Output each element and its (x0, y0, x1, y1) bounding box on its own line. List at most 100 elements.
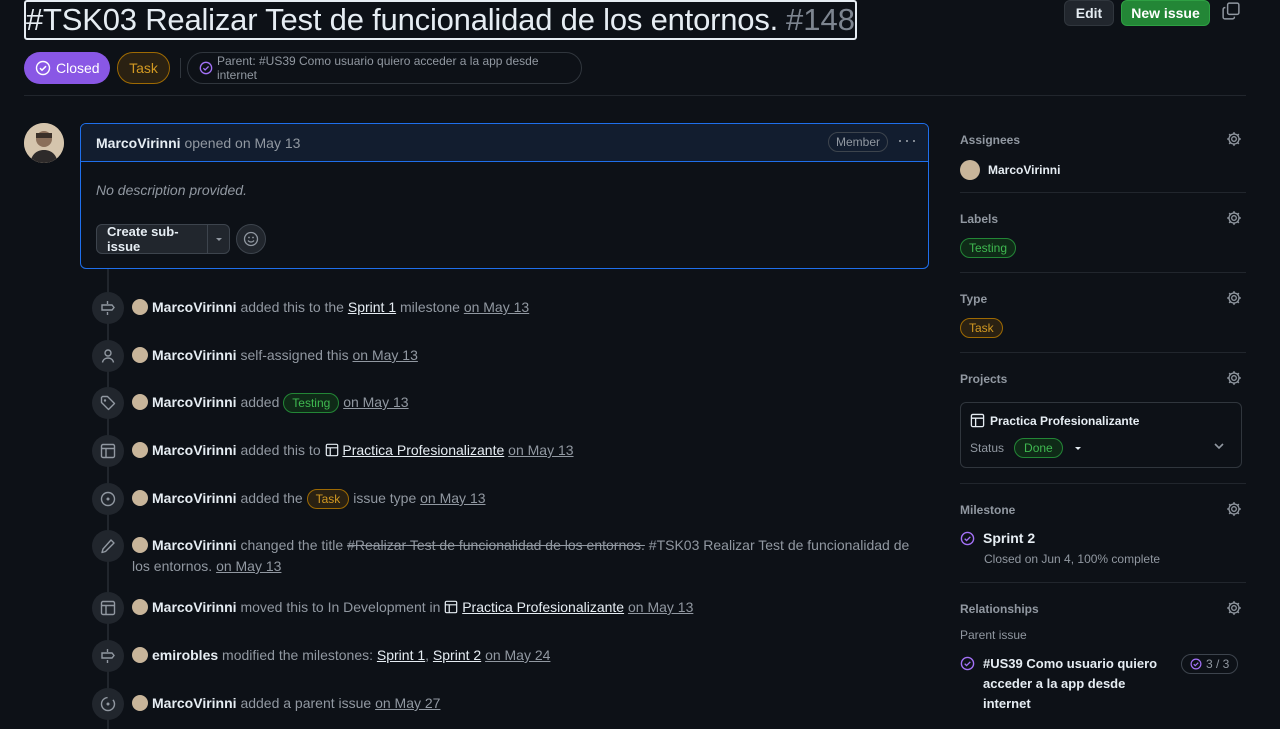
event-author[interactable]: MarcoVirinni (152, 599, 237, 615)
event-date[interactable]: on May 13 (628, 599, 693, 615)
event-date[interactable]: on May 13 (353, 347, 418, 363)
gear-icon[interactable] (1226, 131, 1242, 147)
event-text: added the (240, 490, 303, 506)
project-title[interactable]: Practica Profesionalizante (970, 413, 1139, 428)
chevron-down-icon[interactable] (208, 234, 229, 244)
event-author[interactable]: emirobles (152, 647, 218, 663)
event-text: self-assigned this (240, 347, 349, 363)
create-sub-issue-label[interactable]: Create sub-issue (97, 224, 209, 254)
event-text: issue type (353, 490, 417, 506)
event-author[interactable]: MarcoVirinni (152, 347, 237, 363)
avatar (132, 347, 148, 363)
gear-icon[interactable] (1226, 501, 1242, 517)
assignees-section: Assignees MarcoVirinni (960, 130, 1246, 180)
avatar (132, 299, 148, 315)
milestone-link[interactable]: Sprint 2 (433, 647, 481, 663)
gear-icon[interactable] (1226, 600, 1242, 616)
event-date[interactable]: on May 13 (464, 299, 529, 315)
project-name: Practica Profesionalizante (990, 413, 1140, 428)
label-testing[interactable]: Testing (960, 238, 1017, 258)
milestone-item[interactable]: Sprint 2 (960, 530, 1246, 546)
event-text: changed the title (240, 537, 344, 553)
event-author[interactable]: MarcoVirinni (152, 537, 237, 553)
new-issue-button[interactable]: New issue (1121, 0, 1210, 26)
avatar (132, 695, 148, 711)
avatar[interactable] (24, 123, 64, 163)
parent-issue-item[interactable]: #US39 Como usuario quiero acceder a la a… (960, 654, 1246, 714)
event-text: modified the milestones: (222, 647, 373, 663)
label-testing[interactable]: Testing (283, 393, 340, 413)
check-circle-icon (1190, 658, 1202, 670)
avatar (132, 537, 148, 553)
project-link[interactable]: Practica Profesionalizante (462, 599, 624, 615)
type-task-badge[interactable]: Task (960, 318, 1003, 338)
event-date[interactable]: on May 24 (485, 647, 550, 663)
divider (960, 582, 1246, 583)
pencil-icon (92, 530, 124, 562)
type-badge[interactable]: Task (117, 52, 170, 84)
check-circle-icon (199, 61, 213, 75)
relationships-heading: Relationships (960, 602, 1039, 616)
kebab-menu-icon[interactable]: ··· (897, 130, 918, 151)
milestone-link[interactable]: Sprint 1 (377, 647, 425, 663)
avatar (132, 647, 148, 663)
milestone-icon (92, 640, 124, 672)
edit-button[interactable]: Edit (1064, 0, 1114, 26)
labels-section: Labels Testing (960, 209, 1246, 258)
issue-title: #TSK03 Realizar Test de funcionalidad de… (24, 0, 857, 40)
comment-author[interactable]: MarcoVirinni (96, 135, 181, 151)
event-text: added (240, 394, 280, 410)
event-author[interactable]: MarcoVirinni (152, 299, 237, 315)
milestone-meta: Closed on Jun 4, 100% complete (984, 552, 1161, 566)
comment-opened: opened on May 13 (184, 134, 301, 151)
sub-issue-count-text: 3 / 3 (1206, 657, 1230, 671)
project-status-row: Status Done (970, 438, 1083, 458)
event-date[interactable]: on May 13 (420, 490, 485, 506)
create-sub-issue-button[interactable]: Create sub-issue (96, 224, 230, 254)
type-task-badge[interactable]: Task (306, 489, 350, 509)
milestone-name: Sprint 2 (983, 530, 1036, 546)
gear-icon[interactable] (1226, 290, 1242, 306)
parent-issue-text: Parent: #US39 Como usuario quiero accede… (216, 54, 539, 82)
comment-body: No description provided. (96, 182, 247, 198)
table-icon (970, 413, 985, 428)
smiley-icon[interactable] (236, 224, 266, 254)
event-author[interactable]: MarcoVirinni (152, 394, 237, 410)
avatar (132, 599, 148, 615)
assignee-item[interactable]: MarcoVirinni (960, 160, 1246, 180)
milestone-icon (92, 292, 124, 324)
event-text: added this to (240, 442, 321, 458)
event-author[interactable]: MarcoVirinni (152, 695, 237, 711)
event-date[interactable]: on May 13 (216, 558, 281, 574)
assignee-name: MarcoVirinni (988, 163, 1061, 177)
old-title: #Realizar Test de funcionalidad de los e… (347, 537, 645, 553)
status-done-badge[interactable]: Done (1014, 438, 1063, 458)
event-text: added this to the (240, 299, 344, 315)
event-author[interactable]: MarcoVirinni (152, 442, 237, 458)
caret-down-icon[interactable] (1073, 443, 1083, 453)
milestone-link[interactable]: Sprint 1 (348, 299, 396, 315)
gear-icon[interactable] (1226, 210, 1242, 226)
event-date[interactable]: on May 27 (375, 695, 440, 711)
issue-title-text: #TSK03 Realizar Test de funcionalidad de… (26, 2, 779, 37)
milestone-section: Milestone Sprint 2 Closed on Jun 4, 100%… (960, 500, 1246, 566)
event-date[interactable]: on May 13 (343, 394, 408, 410)
labels-heading: Labels (960, 212, 999, 226)
divider (960, 483, 1246, 484)
chevron-down-icon[interactable] (1213, 440, 1225, 452)
event-date[interactable]: on May 13 (508, 442, 573, 458)
gear-icon[interactable] (1226, 370, 1242, 386)
milestone-heading: Milestone (960, 503, 1016, 517)
issue-type-icon (92, 483, 124, 515)
parent-issue-icon (92, 688, 124, 720)
project-link[interactable]: Practica Profesionalizante (342, 442, 504, 458)
event-author[interactable]: MarcoVirinni (152, 490, 237, 506)
state-badge: Closed (24, 52, 110, 84)
event-text: moved this to In Development in (240, 599, 441, 615)
project-card: Practica Profesionalizante Status Done (960, 402, 1242, 468)
status-label: Status (970, 441, 1005, 455)
copy-icon[interactable] (1222, 2, 1240, 20)
issue-number: #148 (786, 2, 856, 37)
assignees-heading: Assignees (960, 133, 1021, 147)
parent-issue-link[interactable]: Parent: #US39 Como usuario quiero accede… (187, 52, 582, 84)
